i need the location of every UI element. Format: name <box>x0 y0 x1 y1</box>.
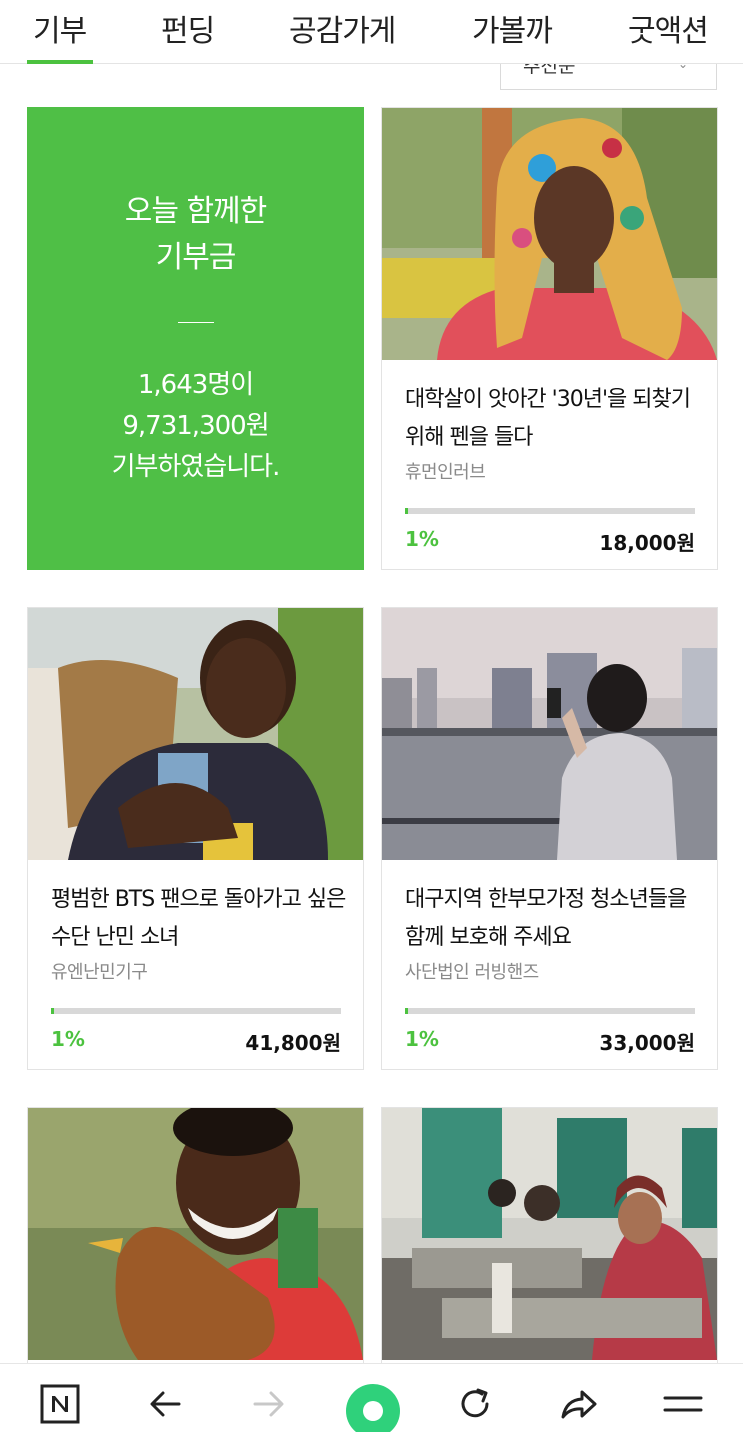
progress-percent: 1% <box>51 1027 85 1051</box>
campaign-card[interactable]: 대학살이 앗아간 '30년'을 되찾기 위해 펜을 들다 휴먼인러브 1% 18… <box>381 107 718 570</box>
raised-amount: 33,000원 <box>599 1031 695 1055</box>
campaign-title: 대구지역 한부모가정 청소년들을 함께 보호해 주세요 <box>405 887 687 950</box>
campaign-title: 대학살이 앗아간 '30년'을 되찾기 위해 펜을 들다 <box>405 387 691 450</box>
summary-divider <box>178 322 214 323</box>
tab-shall-we-go[interactable]: 가볼까 <box>472 6 553 50</box>
progress-percent: 1% <box>405 1027 439 1051</box>
campaign-photo <box>28 608 363 860</box>
progress-bar <box>405 1008 695 1014</box>
campaign-photo <box>382 108 717 360</box>
today-donation-summary: 오늘 함께한 기부금 1,643명이 9,731,300원 기부하였습니다. <box>27 107 364 570</box>
browser-bottom-bar <box>0 1363 743 1432</box>
progress-bar-fill <box>405 508 408 514</box>
summary-stats: 1,643명이 9,731,300원 기부하였습니다. <box>27 365 364 488</box>
progress-bar-fill <box>405 1008 408 1014</box>
campaign-card[interactable]: 평범한 BTS 팬으로 돌아가고 싶은 수단 난민 소녀 유엔난민기구 1% 4… <box>27 607 364 1070</box>
campaign-card[interactable] <box>27 1107 364 1367</box>
progress-bar-fill <box>51 1008 54 1014</box>
campaign-card[interactable] <box>381 1107 718 1367</box>
campaign-card[interactable]: 대구지역 한부모가정 청소년들을 함께 보호해 주세요 사단법인 러빙핸즈 1%… <box>381 607 718 1070</box>
campaign-photo <box>382 1108 717 1360</box>
raised-amount: 18,000원 <box>599 531 695 555</box>
donor-count: 1,643명이 <box>137 370 254 400</box>
summary-title-line1: 오늘 함께한 <box>124 194 268 229</box>
campaign-organization: 휴먼인러브 <box>405 462 486 483</box>
home-circle-inner <box>363 1401 383 1421</box>
donation-amount: 9,731,300원 <box>122 411 269 441</box>
campaign-photo <box>28 1108 363 1360</box>
tab-funding[interactable]: 펀딩 <box>161 6 215 50</box>
category-tabs: 기부 펀딩 공감가게 가볼까 굿액션 <box>0 0 743 64</box>
forward-arrow-icon[interactable] <box>247 1382 291 1426</box>
progress-percent: 1% <box>405 527 439 551</box>
share-icon[interactable] <box>557 1382 601 1426</box>
campaign-organization: 사단법인 러빙핸즈 <box>405 962 539 983</box>
back-arrow-icon[interactable] <box>143 1382 187 1426</box>
campaign-title: 평범한 BTS 팬으로 돌아가고 싶은 수단 난민 소녀 <box>51 887 346 950</box>
active-tab-indicator <box>27 60 93 64</box>
progress-bar <box>405 508 695 514</box>
menu-icon[interactable] <box>661 1382 705 1426</box>
tab-empathy-store[interactable]: 공감가게 <box>289 6 396 50</box>
campaign-organization: 유엔난민기구 <box>51 962 148 983</box>
tab-donation[interactable]: 기부 <box>33 6 87 50</box>
refresh-icon[interactable] <box>453 1382 497 1426</box>
summary-title: 오늘 함께한 기부금 <box>27 189 364 281</box>
raised-amount: 41,800원 <box>245 1031 341 1055</box>
campaign-photo <box>382 608 717 860</box>
progress-bar <box>51 1008 341 1014</box>
summary-suffix: 기부하였습니다. <box>111 452 281 482</box>
summary-title-line2: 기부금 <box>155 240 237 275</box>
naver-n-icon[interactable] <box>38 1382 82 1426</box>
home-circle-icon[interactable] <box>346 1384 400 1432</box>
tab-good-action[interactable]: 굿액션 <box>628 6 709 50</box>
